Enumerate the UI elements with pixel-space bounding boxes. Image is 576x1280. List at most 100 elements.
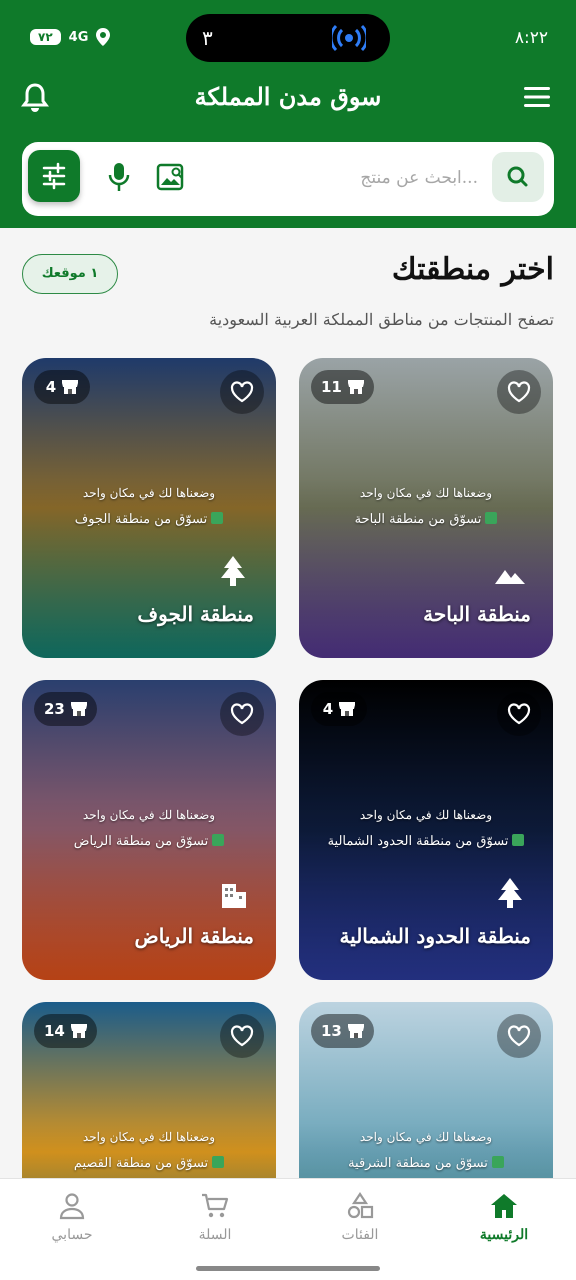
filter-sliders-icon bbox=[42, 162, 66, 190]
status-bar: ٧٢ 4G ٣ ٨:٢٢ bbox=[0, 0, 576, 76]
favorite-button[interactable] bbox=[220, 1014, 264, 1058]
region-tagline: وضعناها لك في مكان واحد bbox=[359, 486, 493, 500]
search-bar bbox=[22, 142, 554, 216]
region-name: منطقة الباحة bbox=[423, 602, 531, 626]
heart-icon bbox=[507, 703, 531, 725]
heart-icon bbox=[230, 1025, 254, 1047]
nav-categories-label: الفئات bbox=[341, 1227, 379, 1243]
region-shop-link: تسوّق من منطقة الجوف bbox=[22, 512, 276, 527]
nav-cart-label: السلة bbox=[198, 1227, 232, 1243]
store-count-badge: 4 bbox=[311, 692, 367, 726]
favorite-button[interactable] bbox=[497, 1014, 541, 1058]
broadcast-icon bbox=[332, 24, 366, 52]
app-title: سوق مدن المملكة bbox=[194, 82, 382, 111]
region-shop-text: تسوّق من منطقة الرياض bbox=[73, 834, 209, 849]
nav-categories[interactable]: الفئات bbox=[300, 1191, 420, 1243]
region-shop-text: تسوّق من منطقة الجوف bbox=[74, 512, 208, 527]
section-subtitle: تصفح المنتجات من مناطق المملكة العربية ا… bbox=[209, 310, 554, 329]
favorite-button[interactable] bbox=[220, 692, 264, 736]
store-count-badge: 14 bbox=[34, 1014, 97, 1048]
store-count: 4 bbox=[322, 700, 334, 718]
bottom-navigation: الرئيسية الفئات السلة حسابي bbox=[0, 1178, 576, 1280]
heart-icon bbox=[230, 703, 254, 725]
region-tagline: وضعناها لك في مكان واحد bbox=[359, 1130, 493, 1144]
region-shop-link: تسوّق من منطقة الحدود الشمالية bbox=[299, 834, 553, 849]
mountain-icon bbox=[495, 570, 525, 584]
dynamic-island-number: ٣ bbox=[202, 26, 213, 50]
shopping-bag-icon bbox=[212, 1156, 225, 1168]
shopping-bag-icon bbox=[512, 834, 525, 846]
home-icon bbox=[491, 1194, 517, 1218]
dynamic-island: ٣ bbox=[186, 14, 390, 62]
heart-icon bbox=[507, 381, 531, 403]
nav-home-label: الرئيسية bbox=[479, 1227, 529, 1243]
store-icon bbox=[70, 702, 87, 716]
region-shop-link: تسوّق من منطقة الشرقية bbox=[299, 1156, 553, 1171]
network-indicator: 4G bbox=[68, 29, 89, 45]
heart-icon bbox=[507, 1025, 531, 1047]
store-icon bbox=[339, 702, 356, 716]
region-shop-link: تسوّق من منطقة الرياض bbox=[22, 834, 276, 849]
section-title: اختر منطقتك bbox=[391, 252, 554, 287]
store-count: 23 bbox=[44, 700, 65, 718]
region-shop-link: تسوّق من منطقة الباحة bbox=[299, 512, 553, 527]
region-card[interactable]: 4 وضعناها لك في مكان واحد تسوّق من منطقة ا… bbox=[299, 680, 553, 980]
region-shop-text: تسوّق من منطقة الباحة bbox=[354, 512, 482, 527]
shopping-bag-icon bbox=[212, 834, 225, 846]
nav-home[interactable]: الرئيسية bbox=[444, 1191, 564, 1243]
favorite-button[interactable] bbox=[497, 692, 541, 736]
store-count-badge: 13 bbox=[311, 1014, 374, 1048]
region-shop-link: تسوّق من منطقة القصيم bbox=[22, 1156, 276, 1171]
store-count-badge: 23 bbox=[34, 692, 97, 726]
shopping-bag-icon bbox=[491, 1156, 504, 1168]
region-tagline: وضعناها لك في مكان واحد bbox=[82, 1130, 216, 1144]
store-icon bbox=[70, 1024, 87, 1038]
location-icon bbox=[96, 28, 111, 46]
region-name: منطقة الجوف bbox=[137, 602, 254, 626]
nav-account-label: حسابي bbox=[51, 1227, 93, 1243]
region-shop-text: تسوّق من منطقة القصيم bbox=[73, 1156, 209, 1171]
cart-icon bbox=[202, 1193, 229, 1218]
region-name: منطقة الحدود الشمالية bbox=[339, 924, 531, 948]
region-card[interactable]: 23 وضعناها لك في مكان واحد تسوّق من منطقة … bbox=[22, 680, 276, 980]
filter-button[interactable] bbox=[28, 150, 80, 202]
battery-indicator: ٧٢ bbox=[30, 29, 61, 45]
region-tagline: وضعناها لك في مكان واحد bbox=[82, 486, 216, 500]
favorite-button[interactable] bbox=[497, 370, 541, 414]
region-tagline: وضعناها لك في مكان واحد bbox=[82, 808, 216, 822]
region-card[interactable]: 4 وضعناها لك في مكان واحد تسوّق من منطقة ا… bbox=[22, 358, 276, 658]
tree-icon bbox=[498, 878, 522, 908]
nav-cart[interactable]: السلة bbox=[155, 1191, 275, 1243]
region-shop-text: تسوّق من منطقة الحدود الشمالية bbox=[327, 834, 509, 849]
search-button[interactable] bbox=[492, 152, 544, 202]
status-time: ٨:٢٢ bbox=[514, 28, 548, 48]
store-count-badge: 4 bbox=[34, 370, 90, 404]
store-count: 4 bbox=[45, 378, 57, 396]
favorite-button[interactable] bbox=[220, 370, 264, 414]
home-indicator bbox=[196, 1266, 380, 1271]
categories-icon bbox=[347, 1192, 374, 1219]
tree-icon bbox=[221, 556, 245, 586]
region-shop-text: تسوّق من منطقة الشرقية bbox=[348, 1156, 488, 1171]
store-icon bbox=[347, 380, 364, 394]
app-header: سوق مدن المملكة bbox=[0, 76, 576, 228]
building-icon bbox=[222, 884, 246, 908]
region-tagline: وضعناها لك في مكان واحد bbox=[359, 808, 493, 822]
search-icon bbox=[507, 166, 528, 187]
account-icon bbox=[59, 1193, 85, 1220]
nav-account[interactable]: حسابي bbox=[12, 1191, 132, 1243]
shopping-bag-icon bbox=[485, 512, 498, 524]
microphone-icon[interactable] bbox=[108, 162, 130, 192]
region-card[interactable]: 11 وضعناها لك في مكان واحد تسوّق من منطقة … bbox=[299, 358, 553, 658]
store-count: 14 bbox=[44, 1022, 65, 1040]
store-count: 11 bbox=[321, 378, 342, 396]
store-count-badge: 11 bbox=[311, 370, 374, 404]
search-input[interactable] bbox=[198, 160, 478, 196]
store-count: 13 bbox=[321, 1022, 342, 1040]
hamburger-menu-icon[interactable] bbox=[524, 86, 550, 108]
store-icon bbox=[62, 380, 79, 394]
image-search-icon[interactable] bbox=[156, 162, 186, 192]
shopping-bag-icon bbox=[211, 512, 224, 524]
heart-icon bbox=[230, 381, 254, 403]
location-count-badge[interactable]: ١ موقعك bbox=[22, 254, 118, 294]
